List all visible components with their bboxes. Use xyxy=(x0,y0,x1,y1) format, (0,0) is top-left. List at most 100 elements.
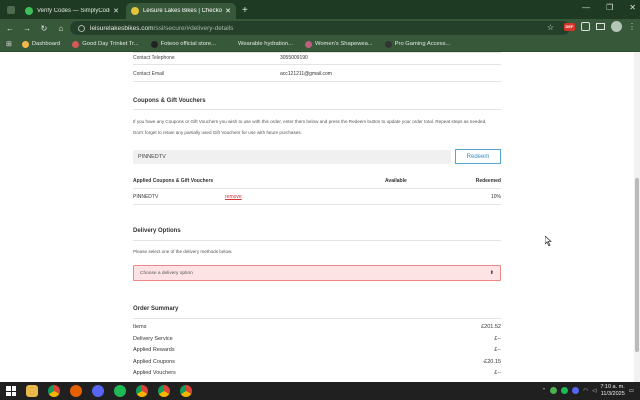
close-tab-icon[interactable]: ✕ xyxy=(225,7,231,15)
bookmark-favicon-icon xyxy=(304,40,312,48)
clock-date: 11/3/2025 xyxy=(600,390,625,397)
summary-amount: £-- xyxy=(494,347,501,353)
close-window-icon[interactable]: ✕ xyxy=(629,3,636,12)
contact-email-label: Contact Email xyxy=(133,71,165,77)
leisure-lakes-favicon-icon xyxy=(131,7,139,15)
divider xyxy=(133,81,501,82)
tab-search-icon[interactable] xyxy=(4,3,18,17)
volume-icon[interactable]: ◁ xyxy=(592,388,596,394)
summary-row-delivery: Delivery Service £-- xyxy=(133,336,501,347)
summary-amount: £-- xyxy=(494,370,501,376)
delivery-option-select[interactable]: Choose a delivery option ⬍ xyxy=(133,265,501,281)
vouchers-instructions: If you have any Coupons or Gift Vouchers… xyxy=(133,119,487,124)
extension-badge-icon[interactable]: DEF xyxy=(564,22,575,31)
mouse-cursor-icon xyxy=(545,236,552,246)
bookmark-wearable[interactable]: Wearable hydration... xyxy=(227,40,293,48)
delivery-instructions: Please select one of the delivery method… xyxy=(133,249,233,254)
forward-icon[interactable]: → xyxy=(20,21,34,35)
chrome-profile-icon[interactable] xyxy=(136,385,148,397)
applied-vouchers-header: Applied Coupons & Gift Vouchers xyxy=(133,178,214,184)
divider xyxy=(133,52,501,53)
divider xyxy=(133,109,501,110)
chrome-profile-icon[interactable] xyxy=(158,385,170,397)
summary-label: Applied Vouchers xyxy=(133,370,176,376)
home-icon[interactable]: ⌂ xyxy=(54,21,68,35)
summary-row-coupons: Applied Coupons -£20.15 xyxy=(133,359,501,370)
summary-label: Items xyxy=(133,324,147,330)
tray-spotify-icon[interactable] xyxy=(561,387,569,395)
tab-title: Verify Codes — SimplyCodes xyxy=(37,8,111,14)
page-scrollbar[interactable] xyxy=(634,52,640,382)
redeemed-header: Redeemed xyxy=(475,178,501,184)
notifications-icon[interactable]: ▭ xyxy=(629,388,634,394)
summary-label: Delivery Service xyxy=(133,336,173,342)
new-tab-icon[interactable]: + xyxy=(242,5,248,16)
summary-label: Applied Rewards xyxy=(133,347,175,353)
bookmark-favicon-icon xyxy=(150,40,158,48)
divider xyxy=(133,204,501,205)
bookmark-label: Pro Gaming Access... xyxy=(394,41,451,47)
vouchers-heading: Coupons & Gift Vouchers xyxy=(133,98,206,104)
apps-grid-icon[interactable]: ⊞ xyxy=(6,40,12,48)
taskbar-clock[interactable]: 7:10 a. m. 11/3/2025 xyxy=(600,384,624,397)
tab-strip: Verify Codes — SimplyCodes ✕ Leisure Lak… xyxy=(0,0,640,19)
tab-checkout[interactable]: Leisure Lakes Bikes | Checkout ✕ xyxy=(126,3,236,19)
bookmark-label: Foteoo official store... xyxy=(160,41,216,47)
summary-label: Applied Coupons xyxy=(133,359,175,365)
address-bar[interactable]: leisurelakesbikes.com/ssl/secure/#delive… xyxy=(70,21,570,35)
tab-simplycodes[interactable]: Verify Codes — SimplyCodes ✕ xyxy=(20,3,124,19)
bookmark-favicon-icon xyxy=(384,40,392,48)
tray-discord-icon[interactable] xyxy=(572,387,580,395)
bookmark-dashboard[interactable]: Dashboard xyxy=(21,40,61,48)
delivery-select-value: Choose a delivery option xyxy=(140,271,193,276)
site-info-icon[interactable] xyxy=(78,24,85,32)
firefox-icon[interactable] xyxy=(70,385,82,397)
bookmark-good-day[interactable]: Good Day Trinket Tr... xyxy=(72,40,139,48)
select-caret-icon: ⬍ xyxy=(489,270,494,276)
bookmark-favicon-icon xyxy=(72,40,80,48)
toolbar-right: DEF ⋮ xyxy=(564,21,636,32)
tray-app-icon[interactable] xyxy=(550,387,558,395)
back-icon[interactable]: ← xyxy=(3,21,17,35)
profile-avatar[interactable] xyxy=(611,21,622,32)
discord-icon[interactable] xyxy=(92,385,104,397)
bookmark-star-icon[interactable]: ☆ xyxy=(547,23,554,32)
clock-time: 7:10 a. m. xyxy=(600,384,625,390)
bookmark-label: Dashboard xyxy=(31,41,61,47)
divider xyxy=(133,64,501,65)
tray-chevron-icon[interactable]: ⌃ xyxy=(542,388,547,394)
contact-email-value: acc121211@gmail.com xyxy=(280,71,332,77)
close-tab-icon[interactable]: ✕ xyxy=(113,7,119,15)
windows-start-icon[interactable] xyxy=(6,386,16,396)
divider xyxy=(133,188,501,189)
summary-amount: £201.52 xyxy=(481,324,501,330)
bookmarks-bar: ⊞ Dashboard Good Day Trinket Tr... Foteo… xyxy=(0,37,640,52)
voucher-code-input[interactable]: PINNEDTV xyxy=(133,150,451,164)
wifi-icon[interactable]: ◠ xyxy=(583,388,588,394)
bookmark-shapewear[interactable]: Women's Shapewea... xyxy=(304,40,373,48)
order-summary-heading: Order Summary xyxy=(133,306,179,312)
minimize-icon[interactable]: — xyxy=(582,3,590,12)
bookmark-pro-gaming[interactable]: Pro Gaming Access... xyxy=(384,40,451,48)
system-tray: ⌃ ◠ ◁ 7:10 a. m. 11/3/2025 ▭ xyxy=(542,384,634,397)
restore-icon[interactable]: ❐ xyxy=(606,3,613,12)
contact-telephone-value: 3055009190 xyxy=(280,55,308,61)
redeem-button[interactable]: Redeem xyxy=(455,149,501,164)
extensions-icon[interactable] xyxy=(581,22,590,31)
scrollbar-thumb[interactable] xyxy=(635,178,639,352)
menu-kebab-icon[interactable]: ⋮ xyxy=(628,22,636,31)
bookmark-favicon-icon xyxy=(21,40,29,48)
window-controls: — ❐ ✕ xyxy=(582,3,636,12)
spotify-icon[interactable] xyxy=(114,385,126,397)
contact-telephone-label: Contact Telephone xyxy=(133,55,175,61)
remove-voucher-link[interactable]: remove xyxy=(225,194,242,200)
reload-icon[interactable]: ↻ xyxy=(37,21,51,35)
chrome-profile-icon[interactable] xyxy=(180,385,192,397)
divider xyxy=(133,240,501,241)
bookmark-foteoo[interactable]: Foteoo official store... xyxy=(150,40,216,48)
chrome-icon[interactable] xyxy=(48,385,60,397)
side-panel-icon[interactable] xyxy=(596,23,605,30)
applied-voucher-redeemed: 10% xyxy=(490,194,501,200)
summary-row-vouchers: Applied Vouchers £-- xyxy=(133,370,501,381)
file-explorer-icon[interactable] xyxy=(26,385,38,397)
